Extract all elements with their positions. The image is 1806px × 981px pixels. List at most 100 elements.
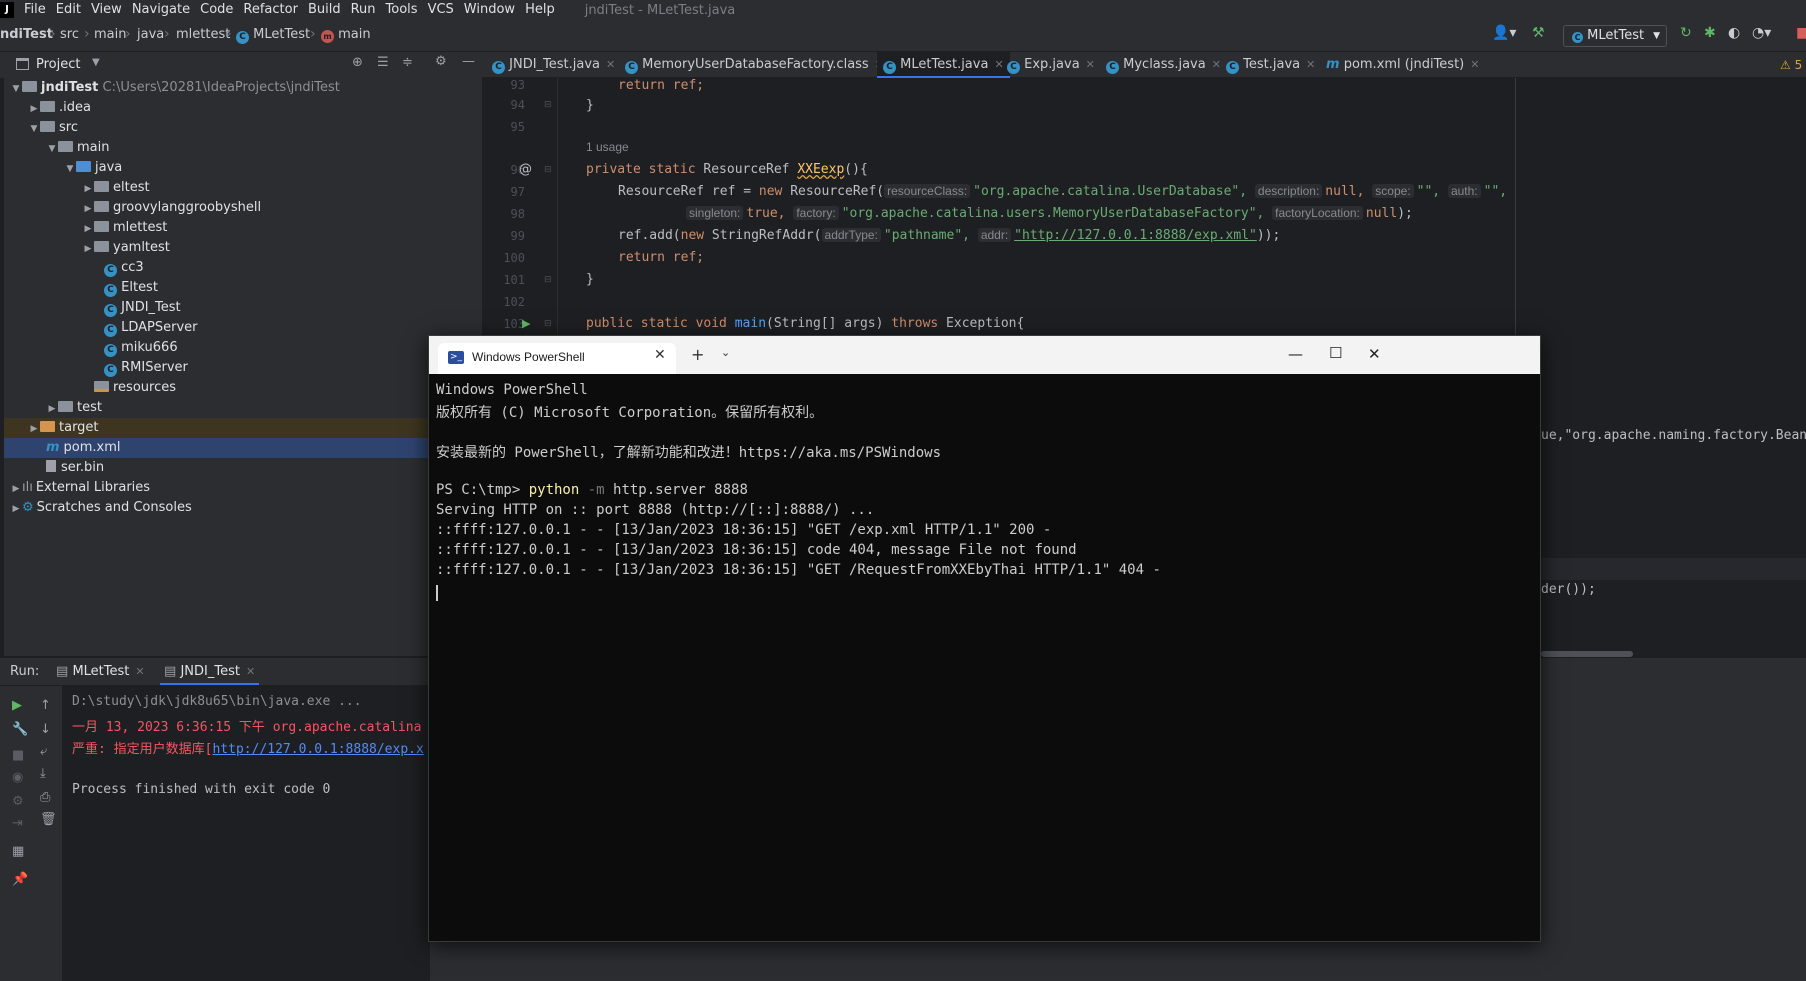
tree-item-external-libraries[interactable]: ▶ ılı External Libraries (4, 478, 482, 498)
tree-item-jnditest[interactable]: ▼ jndiTest C:\Users\20281\IdeaProjects\jn… (4, 78, 482, 98)
settings-icon[interactable]: ⚙ (12, 794, 24, 809)
menu-view[interactable]: View (91, 0, 122, 20)
scroll-to-end-icon[interactable]: ⤓ (40, 766, 46, 781)
tab-myclass[interactable]: C Myclass.java ✕ (1106, 52, 1221, 78)
tab-jndi-test[interactable]: C JNDI_Test.java ✕ (492, 52, 615, 78)
arrow-up-icon[interactable]: ↑ (40, 698, 51, 713)
stop-icon[interactable]: ■ (12, 748, 24, 763)
fold-icon[interactable]: ⊟ (544, 100, 552, 110)
new-tab-plus-icon[interactable]: + (691, 345, 704, 364)
user-icon[interactable]: 👤▾ (1492, 25, 1516, 41)
override-at-icon[interactable]: @ (519, 162, 532, 177)
wrench-icon[interactable]: 🔧 (12, 722, 28, 737)
tree-item-jndi-test[interactable]: C JNDI_Test (4, 298, 482, 318)
chevron-down-icon[interactable]: ⌄ (721, 346, 730, 359)
run-configuration-select[interactable]: C MLetTest ▼ (1563, 25, 1667, 47)
close-icon[interactable]: ✕ (246, 665, 255, 678)
run-gutter-icon[interactable]: ▶ (522, 317, 530, 330)
tree-item-pom[interactable]: m pom.xml (4, 438, 482, 458)
soft-wrap-icon[interactable]: ⤶ (40, 744, 47, 759)
menu-file[interactable]: File (24, 0, 46, 20)
terminal-body[interactable]: Windows PowerShell 版权所有 (C) Microsoft Co… (429, 374, 1540, 941)
tree-item-java[interactable]: ▼ java (4, 158, 482, 178)
tree-item-test[interactable]: ▶ test (4, 398, 482, 418)
close-window-icon[interactable]: ✕ (1368, 345, 1381, 363)
tree-item-miku666[interactable]: C miku666 (4, 338, 482, 358)
tab-mlettest[interactable]: C MLetTest.java ✕ (877, 52, 1010, 78)
close-icon[interactable]: ✕ (994, 58, 1003, 71)
tree-item-resources[interactable]: resources (4, 378, 482, 398)
tree-item-idea[interactable]: ▶ .idea (4, 98, 482, 118)
fold-icon[interactable]: ⊟ (544, 275, 552, 285)
console-link[interactable]: http://127.0.0.1:8888/exp.x (212, 742, 423, 757)
fold-icon[interactable]: ⊟ (544, 319, 552, 329)
trash-icon[interactable]: 🗑 (40, 812, 57, 827)
breadcrumb-method[interactable]: m main (321, 27, 371, 43)
warning-indicator[interactable]: ⚠ 5 (1780, 58, 1802, 72)
debug-bug-icon[interactable]: ✱ (1704, 25, 1716, 41)
menu-tools[interactable]: Tools (386, 0, 418, 20)
breadcrumb-main[interactable]: main (94, 27, 126, 42)
menu-navigate[interactable]: Navigate (132, 0, 190, 20)
breadcrumb-class[interactable]: C MLetTest (236, 27, 310, 44)
menu-vcs[interactable]: VCS (428, 0, 454, 20)
menu-code[interactable]: Code (200, 0, 233, 20)
chevron-down-icon[interactable]: ▼ (92, 57, 100, 68)
tree-item-target[interactable]: ▶ target (4, 418, 482, 438)
tree-item-scratches[interactable]: ▶ ⚙ Scratches and Consoles (4, 498, 482, 518)
code-url-link[interactable]: "http://127.0.0.1:8888/exp.xml" (1014, 228, 1257, 243)
hide-icon[interactable]: — (462, 54, 475, 69)
exit-icon[interactable]: ⇥ (12, 816, 23, 831)
breadcrumb-src[interactable]: src (60, 27, 79, 42)
print-icon[interactable]: ⎙ (40, 790, 50, 805)
close-icon[interactable]: ✕ (1086, 58, 1095, 71)
project-panel-title[interactable]: Project (36, 57, 80, 72)
close-icon[interactable]: ✕ (135, 665, 144, 678)
rerun-icon[interactable]: ▶ (12, 698, 22, 713)
tree-item-mlettest[interactable]: ▶ mlettest (4, 218, 482, 238)
tab-pom[interactable]: m pom.xml (jndiTest) ✕ (1326, 52, 1479, 78)
menu-refactor[interactable]: Refactor (243, 0, 298, 20)
maximize-icon[interactable]: ☐ (1329, 344, 1342, 362)
tree-item-eltest-class[interactable]: C Eltest (4, 278, 482, 298)
tab-test[interactable]: C Test.java ✕ (1226, 52, 1315, 78)
pin-icon[interactable]: 📌 (12, 872, 28, 887)
tree-item-groovy[interactable]: ▶ groovylanggroobyshell (4, 198, 482, 218)
horizontal-scrollbar[interactable] (1541, 651, 1633, 657)
close-icon[interactable]: ✕ (1470, 58, 1479, 71)
breadcrumb-mlettest[interactable]: mlettest (176, 27, 230, 42)
tree-item-main[interactable]: ▼ main (4, 138, 482, 158)
close-icon[interactable]: ✕ (606, 58, 615, 71)
menu-window[interactable]: Window (464, 0, 515, 20)
gear-icon[interactable]: ⚙ (435, 54, 447, 69)
build-hammer-icon[interactable]: ⚒ (1532, 25, 1545, 41)
tree-item-serbin[interactable]: ser.bin (4, 458, 482, 478)
layout-icon[interactable]: ▦ (12, 844, 24, 859)
menu-edit[interactable]: Edit (56, 0, 81, 20)
close-icon[interactable]: ✕ (1212, 58, 1221, 71)
close-tab-icon[interactable]: ✕ (654, 347, 666, 363)
tree-item-yamltest[interactable]: ▶ yamltest (4, 238, 482, 258)
run-console-output[interactable]: D:\study\jdk\jdk8u65\bin\java.exe ... 一月… (62, 686, 430, 981)
menu-help[interactable]: Help (525, 0, 555, 20)
menu-run[interactable]: Run (351, 0, 376, 20)
tree-item-eltest[interactable]: ▶ eltest (4, 178, 482, 198)
collapse-all-icon[interactable]: ≑ (402, 55, 413, 70)
profile-icon[interactable]: ◔▾ (1752, 25, 1771, 41)
run-tab-jndi-test[interactable]: ▤ JNDI_Test ✕ (160, 664, 260, 685)
tab-memoryuserdatabasefactory[interactable]: C MemoryUserDatabaseFactory.class✕ (625, 52, 884, 78)
close-icon[interactable]: ✕ (1306, 58, 1315, 71)
arrow-down-icon[interactable]: ↓ (40, 722, 51, 737)
breadcrumb-java[interactable]: java (137, 27, 164, 42)
stop-icon[interactable]: ■ (1796, 25, 1806, 41)
run-tab-mlettest[interactable]: ▤ MLetTest ✕ (56, 664, 145, 679)
tree-item-cc3[interactable]: C cc3 (4, 258, 482, 278)
locate-icon[interactable]: ⊕ (352, 55, 363, 70)
usage-hint[interactable]: 1 usage (586, 140, 629, 155)
expand-all-icon[interactable]: ☰ (377, 55, 389, 70)
camera-icon[interactable]: ◉ (12, 770, 23, 785)
rerun-icon[interactable]: ↻ (1680, 25, 1692, 41)
tree-item-ldapserver[interactable]: C LDAPServer (4, 318, 482, 338)
fold-icon[interactable]: ⊟ (544, 165, 552, 175)
coverage-shield-icon[interactable]: ◐ (1728, 25, 1740, 41)
